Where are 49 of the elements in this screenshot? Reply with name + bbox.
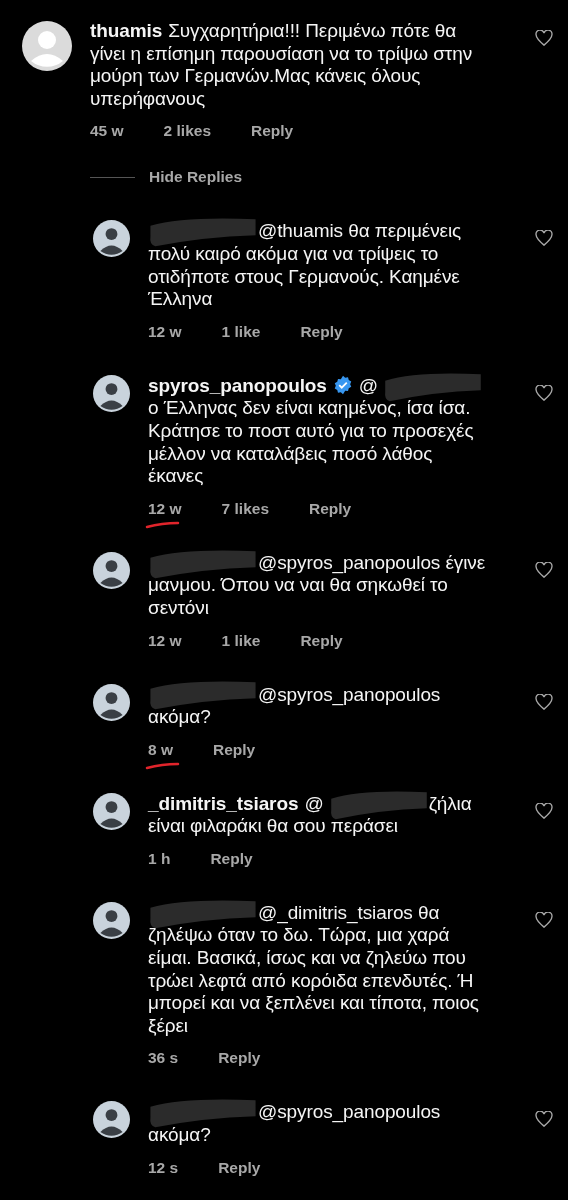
reply-link[interactable]: Reply xyxy=(251,122,294,141)
comment-text: thuamis Συγχαρητήρια!!! Περιμένω πότε θα γίνει η επίσημη παρουσίαση να το τρίψω στην μούρη των Γερμανών.Μας κάνεις όλους υπερήφανους xyxy=(90,20,474,111)
heart-icon[interactable] xyxy=(534,909,554,930)
reply-link[interactable]: Reply xyxy=(309,499,352,518)
comment-text: @spyros_panopoulos ακόμα? xyxy=(148,1101,491,1147)
hide-replies-button[interactable]: Hide Replies xyxy=(149,168,243,187)
avatar[interactable] xyxy=(93,901,130,939)
verified-badge-icon xyxy=(332,374,353,395)
comment-text: _dimitris_tsiaros @ ζήλια είναι φιλαράκι θα σου περάσει xyxy=(148,792,491,838)
comment-text: @_dimitris_tsiaros θα ζηλέψω όταν το δω. Τώρα, μια χαρά είμαι. Βασικά, ίσως και να ζηλεύω που τρώει λεφτά από κορόιδα επενδυτές. Ή μπορεί και να ξεπλένει και τίποτα, ποιος ξέρει xyxy=(148,901,491,1038)
username[interactable]: spyros_panopoulos xyxy=(148,374,327,396)
comment-time: 36 s xyxy=(148,1049,179,1068)
heart-icon[interactable] xyxy=(534,559,554,580)
comment-text: @thuamis θα περιμένεις πολύ καιρό ακόμα για να τρίψεις το οτιδήποτε στους Γερμανούς. Καημένε Έλληνα xyxy=(148,220,491,311)
heart-icon[interactable] xyxy=(534,28,554,48)
likes-count[interactable]: 1 like xyxy=(221,322,261,341)
likes-count[interactable]: 2 likes xyxy=(163,122,211,141)
comment-time: 12 w xyxy=(148,322,182,341)
avatar[interactable] xyxy=(93,792,130,830)
reply-link[interactable]: Reply xyxy=(218,1158,261,1177)
avatar[interactable] xyxy=(93,551,130,589)
avatar[interactable] xyxy=(22,21,72,71)
likes-count[interactable]: 1 like xyxy=(221,631,261,650)
comment-time: 45 w xyxy=(90,122,124,141)
heart-icon[interactable] xyxy=(534,800,554,821)
avatar[interactable] xyxy=(93,683,130,721)
reply-link[interactable]: Reply xyxy=(300,631,343,650)
avatar[interactable] xyxy=(93,1101,130,1139)
avatar[interactable] xyxy=(93,374,130,412)
comment-time: 12 s xyxy=(148,1158,179,1177)
username[interactable]: _dimitris_tsiaros xyxy=(148,792,299,814)
heart-icon[interactable] xyxy=(534,228,554,249)
comment-text: @spyros_panopoulos έγινε μανμου. Όπου να ναι θα σηκωθεί το σεντόνι xyxy=(148,551,491,620)
heart-icon[interactable] xyxy=(534,382,554,403)
comment-time: 1 h xyxy=(148,849,171,868)
reply-link[interactable]: Reply xyxy=(218,1049,261,1068)
reply-link[interactable]: Reply xyxy=(213,740,256,759)
comment-text: @spyros_panopoulos ακόμα? xyxy=(148,683,491,729)
comment-time: 12 w xyxy=(148,499,182,518)
comment-time: 12 w xyxy=(148,631,182,650)
likes-count[interactable]: 7 likes xyxy=(221,499,269,518)
avatar[interactable] xyxy=(93,220,130,258)
comment-text: spyros_panopoulos @ ο Έλληνας δεν είναι καημένος, ίσα ίσα. Κράτησε το ποστ αυτό για το προσεχές μέλλον να καταλάβεις ποσό λάθος έκανες xyxy=(148,374,491,488)
heart-icon[interactable] xyxy=(534,691,554,712)
username[interactable]: thuamis xyxy=(90,20,163,41)
reply-link[interactable]: Reply xyxy=(300,322,343,341)
comment-time: 8 w xyxy=(148,740,173,759)
reply-link[interactable]: Reply xyxy=(210,849,253,868)
heart-icon[interactable] xyxy=(534,1109,554,1130)
